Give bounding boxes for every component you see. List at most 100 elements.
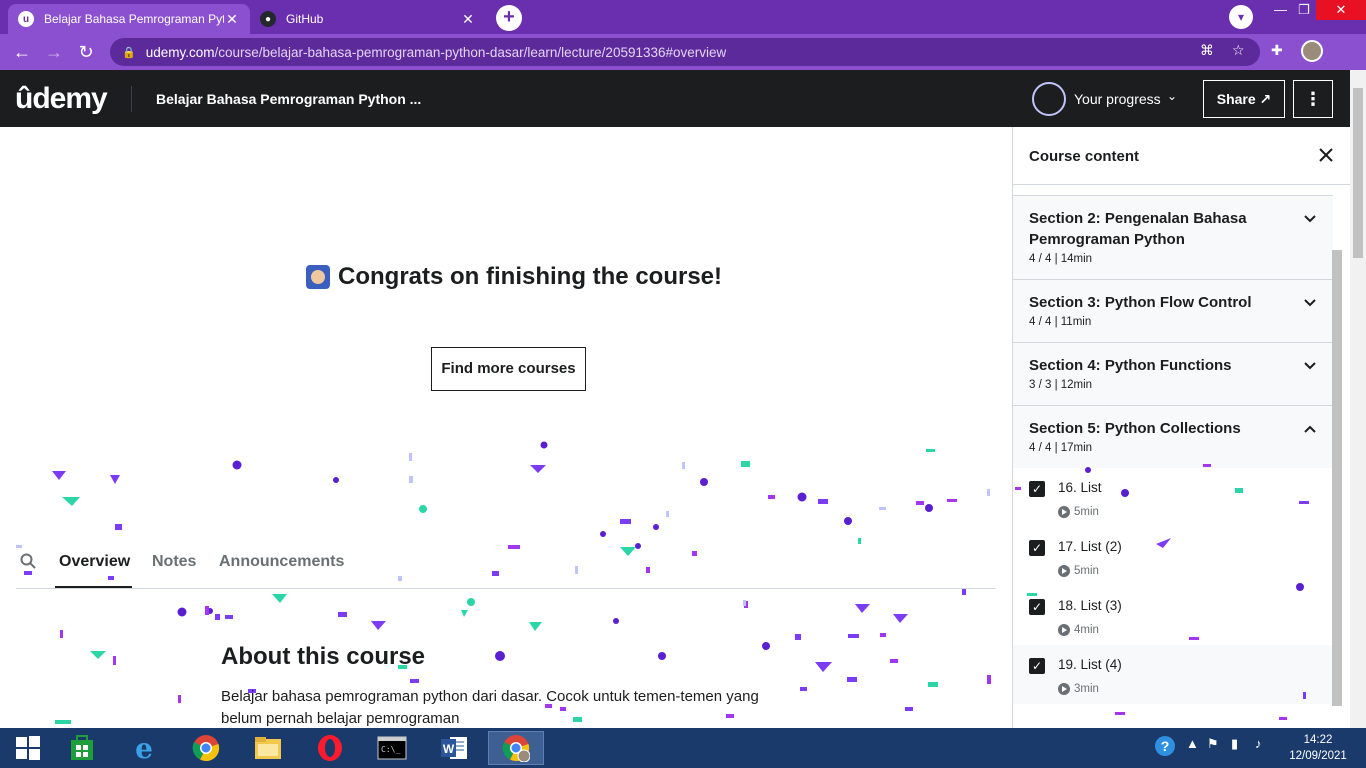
main-content: Congrats on finishing the course! Find m… [0, 127, 1012, 728]
completed-checkbox[interactable]: ✓ [1029, 599, 1045, 615]
course-tabs: Overview Notes Announcements [16, 545, 996, 589]
more-options-button[interactable]: ⋮ [1293, 80, 1333, 118]
completed-checkbox[interactable]: ✓ [1029, 658, 1045, 674]
lecture-item-current[interactable]: ✓ 19. List (4) 3min [1013, 645, 1333, 704]
system-clock[interactable]: 14:22 12/09/2021 [1288, 732, 1348, 764]
progress-label[interactable]: Your progress [1074, 91, 1161, 107]
tab-close-icon[interactable]: ✕ [224, 11, 240, 28]
file-explorer-icon[interactable] [240, 731, 296, 765]
browser-tab-github[interactable]: ● GitHub ✕ [250, 4, 486, 34]
section-header[interactable]: Section 5: Python Collections 4 / 4 | 17… [1013, 406, 1333, 468]
course-title-link[interactable]: Belajar Bahasa Pemrograman Python ... [156, 91, 421, 107]
svg-text:C:\_: C:\_ [381, 745, 400, 754]
volume-icon[interactable]: ♪ [1255, 736, 1262, 751]
lecture-name: 16. List [1058, 480, 1102, 495]
forward-arrow-icon[interactable]: → [43, 42, 65, 62]
celebration-emoji-icon [306, 265, 330, 289]
sidebar-header: Course content [1013, 127, 1350, 185]
svg-text:e: e [135, 733, 153, 763]
lecture-name: 18. List (3) [1058, 598, 1122, 613]
section-name: Section 3: Python Flow Control [1029, 294, 1252, 311]
chevron-down-icon [1304, 362, 1316, 370]
lecture-duration: 3min [1058, 683, 1099, 695]
completed-checkbox[interactable]: ✓ [1029, 481, 1045, 497]
help-icon[interactable]: ? [1154, 735, 1176, 760]
find-more-courses-button[interactable]: Find more courses [431, 347, 586, 391]
new-tab-button[interactable]: + [496, 5, 522, 31]
github-favicon-icon: ● [260, 11, 276, 27]
search-icon[interactable] [20, 553, 36, 569]
chrome-avatar[interactable] [1301, 40, 1323, 62]
browser-tab-udemy[interactable]: u Belajar Bahasa Pemrograman Pyt ✕ [8, 4, 250, 34]
tab-notes[interactable]: Notes [152, 553, 196, 571]
lock-icon: 🔒 [122, 46, 136, 59]
sidebar-scrollbar[interactable] [1332, 250, 1342, 706]
back-arrow-icon[interactable]: ← [11, 42, 33, 62]
chrome-icon[interactable] [178, 731, 234, 765]
lecture-duration: 4min [1058, 624, 1099, 636]
chrome-active-window-icon[interactable] [488, 731, 544, 765]
minimize-icon[interactable]: — [1274, 2, 1287, 17]
section-name: Section 4: Python Functions [1029, 357, 1232, 374]
reload-icon[interactable]: ↻ [75, 42, 97, 62]
course-content-sidebar: Course content Section 2: Pengenalan Bah… [1012, 127, 1350, 728]
lecture-item[interactable]: ✓ 18. List (3) 4min [1013, 586, 1333, 645]
tab-announcements[interactable]: Announcements [219, 553, 344, 571]
tab-close-icon[interactable]: ✕ [460, 11, 476, 28]
store-icon[interactable] [54, 731, 110, 765]
section-meta: 4 / 4 | 11min [1029, 316, 1092, 328]
close-icon[interactable] [1315, 144, 1337, 166]
about-course-heading: About this course [221, 643, 426, 670]
chevron-down-icon[interactable]: ⌄ [1167, 89, 1177, 103]
lecture-item[interactable]: ✓ 16. List 5min [1013, 468, 1333, 527]
section-header[interactable]: Section 3: Python Flow Control 4 / 4 | 1… [1013, 280, 1333, 343]
progress-ring-icon[interactable] [1032, 82, 1066, 116]
section-name: Section 5: Python Collections [1029, 420, 1241, 437]
header-divider [131, 86, 132, 112]
svg-text:W: W [443, 742, 455, 756]
completed-checkbox[interactable]: ✓ [1029, 540, 1045, 556]
chrome-profile-menu-icon[interactable]: ▾ [1229, 5, 1253, 29]
window-close-button[interactable]: ✕ [1316, 0, 1366, 20]
svg-text:?: ? [1161, 738, 1170, 754]
internet-explorer-icon[interactable]: e [116, 731, 172, 765]
lecture-name: 17. List (2) [1058, 539, 1122, 554]
tab-overview[interactable]: Overview [59, 553, 130, 571]
page-scrollbar-thumb[interactable] [1353, 88, 1363, 258]
udemy-logo[interactable]: ûdemy [15, 82, 108, 116]
word-icon[interactable]: W [426, 731, 482, 765]
confetti-decoration [16, 441, 991, 724]
lecture-name: 19. List (4) [1058, 657, 1122, 672]
section-header[interactable]: Section 2: Pengenalan Bahasa Pemrograman… [1013, 195, 1333, 280]
duration-text: 5min [1074, 565, 1099, 577]
lecture-item[interactable]: ✓ 17. List (2) 5min [1013, 527, 1333, 586]
duration-text: 3min [1074, 683, 1099, 695]
windows-start-icon[interactable] [0, 731, 56, 765]
duration-text: 5min [1074, 506, 1099, 518]
translate-icon[interactable]: ⌘ [1200, 42, 1214, 59]
browser-toolbar: ← → ↻ 🔒 udemy.com/course/belajar-bahasa-… [0, 34, 1366, 70]
chevron-down-icon [1304, 299, 1316, 307]
lecture-duration: 5min [1058, 506, 1099, 518]
tray-expand-icon[interactable]: ▲ [1186, 736, 1199, 751]
command-prompt-icon[interactable]: C:\_ [364, 731, 420, 765]
section-header[interactable]: Section 4: Python Functions 3 / 3 | 12mi… [1013, 343, 1333, 406]
share-button[interactable]: Share ↗ [1203, 80, 1285, 118]
address-bar[interactable]: 🔒 udemy.com/course/belajar-bahasa-pemrog… [110, 38, 1260, 66]
page-scrollbar[interactable] [1350, 70, 1366, 728]
extensions-puzzle-icon[interactable]: ✚ [1271, 42, 1283, 59]
lecture-duration: 5min [1058, 565, 1099, 577]
network-signal-icon[interactable]: ▮ [1231, 736, 1238, 752]
url-host: udemy.com [145, 44, 215, 60]
congrats-heading: Congrats on finishing the course! [306, 263, 722, 291]
browser-tab-title: GitHub [286, 12, 324, 26]
section-meta: 4 / 4 | 14min [1029, 253, 1093, 265]
action-center-flag-icon[interactable]: ⚑ [1207, 736, 1219, 752]
udemy-favicon-icon: u [18, 11, 34, 27]
section-meta: 3 / 3 | 12min [1029, 379, 1093, 391]
opera-icon[interactable] [302, 731, 358, 765]
restore-icon[interactable]: ❐ [1298, 2, 1310, 18]
bookmark-star-icon[interactable]: ☆ [1232, 42, 1245, 59]
play-circle-icon [1058, 683, 1070, 695]
sections-list: Section 2: Pengenalan Bahasa Pemrograman… [1013, 195, 1333, 704]
